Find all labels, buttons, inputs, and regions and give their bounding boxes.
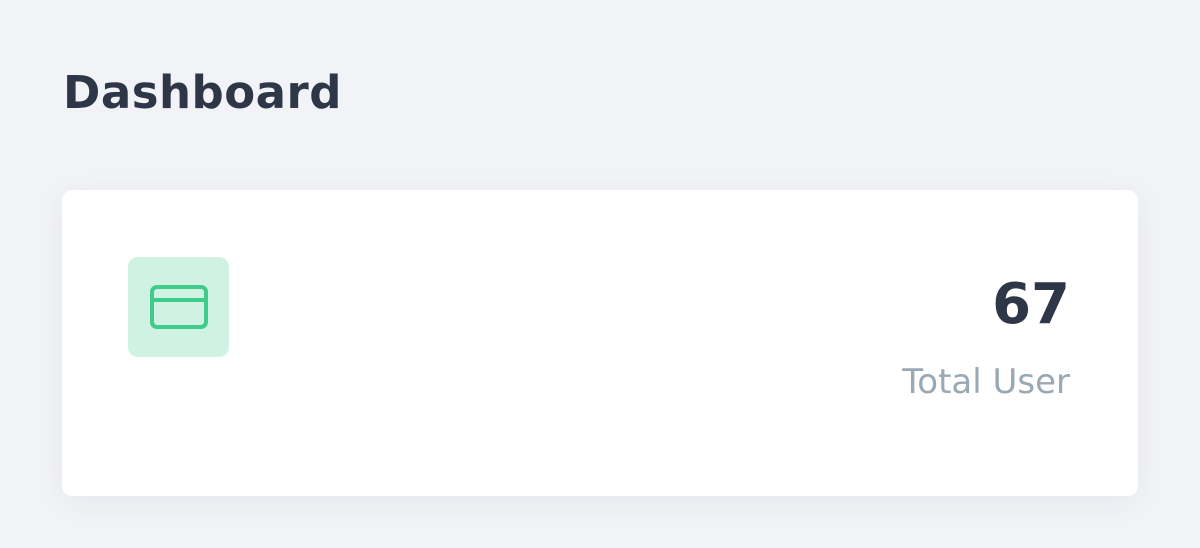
stat-icon-container [128,257,229,357]
credit-card-icon [149,285,208,329]
stat-value: 67 [992,272,1070,337]
page-title: Dashboard [63,66,342,119]
stat-label: Total User [902,362,1070,402]
total-user-card: 67 Total User [62,190,1138,496]
